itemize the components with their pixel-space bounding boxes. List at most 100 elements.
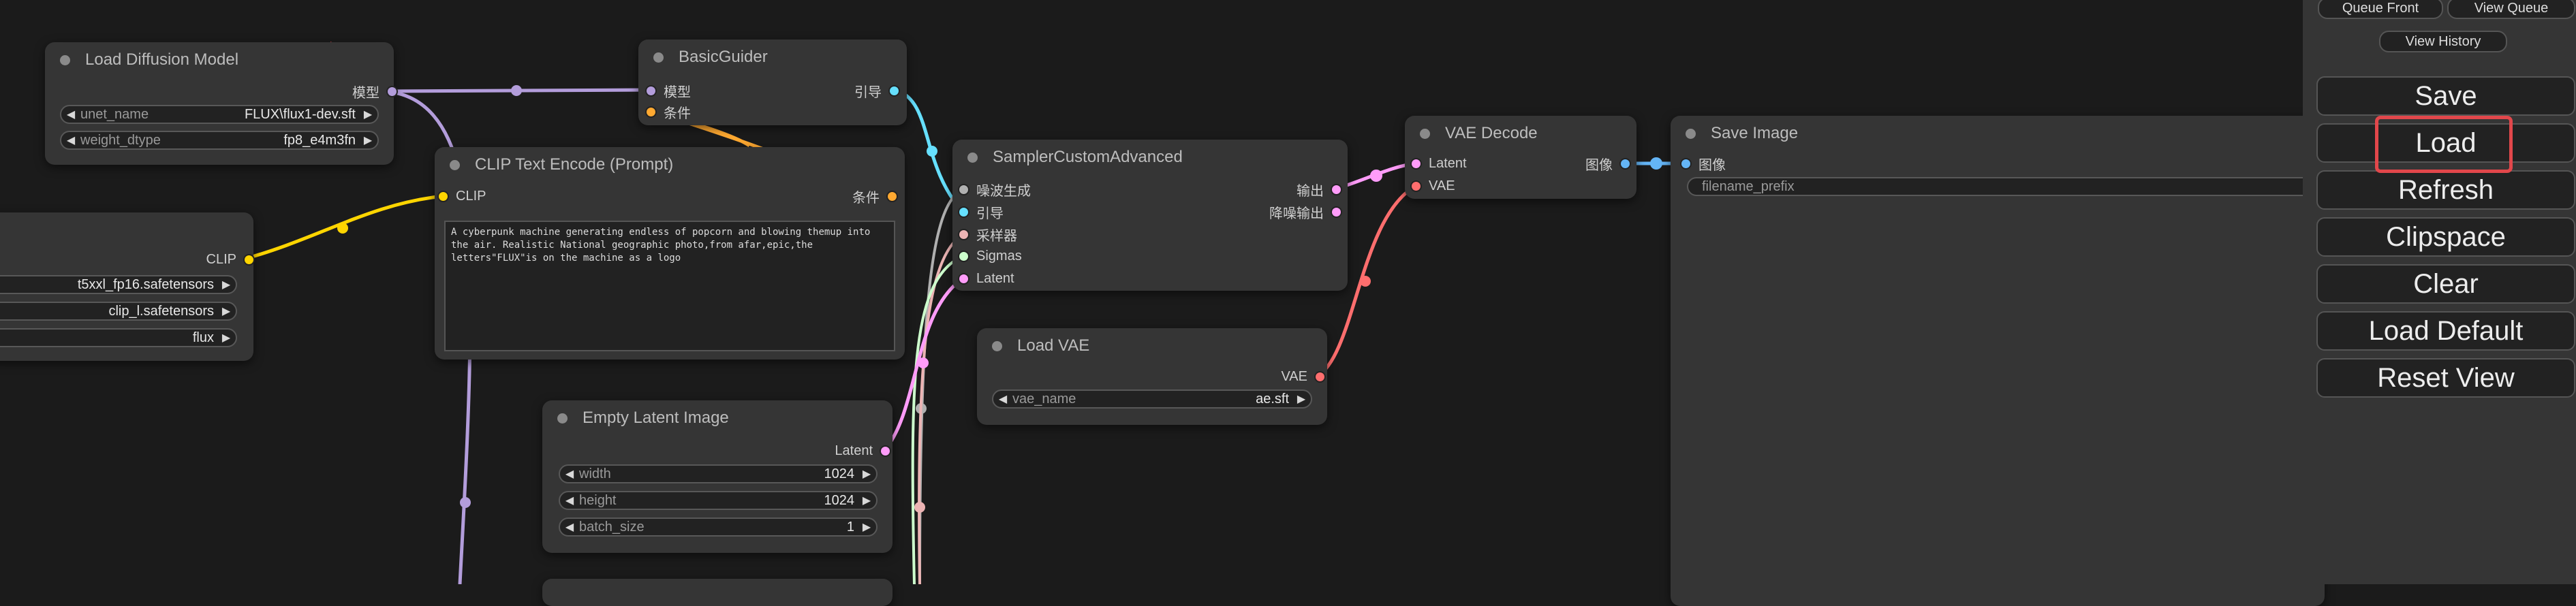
image-input-dot-icon[interactable] <box>1681 159 1690 168</box>
clip-name2-combo[interactable]: clip_l.safetensors ▶ <box>0 302 237 321</box>
increment-icon[interactable]: ▶ <box>857 494 876 507</box>
clip-name1-combo[interactable]: t5xxl_fp16.safetensors ▶ <box>0 275 237 294</box>
decrement-icon[interactable]: ◀ <box>560 467 579 481</box>
latent-output-dot-icon[interactable] <box>881 446 890 456</box>
input-sampler[interactable]: 采样器 <box>959 226 1017 244</box>
arrow-right-icon[interactable]: ▶ <box>358 133 377 147</box>
decrement-icon[interactable]: ◀ <box>560 520 579 534</box>
arrow-left-icon[interactable]: ◀ <box>61 108 80 121</box>
guider-output-dot-icon[interactable] <box>890 86 899 95</box>
view-queue-button[interactable]: View Queue <box>2447 0 2575 19</box>
node-title-bar[interactable]: VAE Decode <box>1405 116 1636 151</box>
input-vae[interactable]: VAE <box>1412 178 1455 194</box>
view-history-button[interactable]: View History <box>2379 31 2507 52</box>
clear-button[interactable]: Clear <box>2316 264 2575 304</box>
conditioning-input-dot-icon[interactable] <box>647 107 655 116</box>
vae-output-dot-icon[interactable] <box>1316 372 1324 381</box>
filename-prefix-input[interactable]: filename_prefix <box>1687 177 2341 196</box>
input-image[interactable]: 图像 <box>1681 155 1726 173</box>
latent-input-dot-icon[interactable] <box>959 274 968 283</box>
node-title-bar[interactable]: BasicGuider <box>638 39 907 75</box>
node-title-bar[interactable]: Load Diffusion Model <box>45 42 394 78</box>
arrow-left-icon[interactable]: ◀ <box>61 133 80 147</box>
node-title-bar[interactable]: Empty Latent Image <box>542 400 893 436</box>
node-title-bar[interactable]: SamplerCustomAdvanced <box>952 140 1348 175</box>
output-denoised[interactable]: 降噪输出 <box>1269 204 1341 221</box>
reset-view-button[interactable]: Reset View <box>2316 358 2575 398</box>
output-conditioning[interactable]: 条件 <box>852 188 897 206</box>
arrow-right-icon[interactable]: ▶ <box>217 304 236 318</box>
collapse-toggle-icon[interactable] <box>450 159 460 170</box>
sigmas-input-dot-icon[interactable] <box>959 251 968 261</box>
node-title-bar[interactable]: Save Image <box>1671 116 2325 151</box>
vae-name-combo[interactable]: ◀ vae_name ae.sft ▶ <box>992 389 1312 409</box>
node-vae-decode[interactable]: VAE Decode Latent VAE 图像 <box>1405 116 1636 199</box>
arrow-right-icon[interactable]: ▶ <box>1292 392 1311 406</box>
node-load-vae[interactable]: Load VAE VAE ◀ vae_name ae.sft ▶ <box>977 328 1327 425</box>
noise-input-dot-icon[interactable] <box>959 185 968 194</box>
input-guider[interactable]: 引导 <box>959 204 1004 221</box>
output-clip[interactable]: CLIP <box>206 251 253 268</box>
height-number[interactable]: ◀ height 1024 ▶ <box>559 491 878 510</box>
denoised-output-dot-icon[interactable] <box>1332 207 1341 217</box>
refresh-button[interactable]: Refresh <box>2316 170 2575 210</box>
input-model[interactable]: 模型 <box>647 82 691 100</box>
collapse-toggle-icon[interactable] <box>653 52 664 63</box>
graph-canvas[interactable]: Load Diffusion Model 模型 ◀ unet_name FLUX… <box>0 0 2576 606</box>
node-save-image[interactable]: Save Image 图像 filename_prefix <box>1671 116 2341 606</box>
input-sigmas[interactable]: Sigmas <box>959 248 1022 264</box>
collapse-toggle-icon[interactable] <box>60 54 70 65</box>
weight-dtype-combo[interactable]: ◀ weight_dtype fp8_e4m3fn ▶ <box>60 131 379 150</box>
collapse-toggle-icon[interactable] <box>967 152 978 163</box>
clipspace-button[interactable]: Clipspace <box>2316 217 2575 257</box>
node-load-diffusion-model[interactable]: Load Diffusion Model 模型 ◀ unet_name FLUX… <box>45 42 397 165</box>
clip-type-combo[interactable]: flux ▶ <box>0 328 237 347</box>
unet-name-combo[interactable]: ◀ unet_name FLUX\flux1-dev.sft ▶ <box>60 105 379 124</box>
collapse-toggle-icon[interactable] <box>557 413 568 424</box>
load-button[interactable]: Load <box>2316 123 2575 163</box>
output-latent[interactable]: Latent <box>835 443 890 459</box>
node-partial-bottom[interactable] <box>542 579 893 606</box>
queue-front-button[interactable]: Queue Front <box>2318 0 2443 19</box>
arrow-right-icon[interactable]: ▶ <box>358 108 377 121</box>
node-title-bar[interactable]: CLIP Text Encode (Prompt) <box>435 147 905 182</box>
increment-icon[interactable]: ▶ <box>857 467 876 481</box>
input-conditioning[interactable]: 条件 <box>647 103 691 121</box>
node-title-bar[interactable]: Load VAE <box>977 328 1327 364</box>
collapse-toggle-icon[interactable] <box>1686 128 1696 139</box>
clip-output-dot-icon[interactable] <box>245 255 253 264</box>
load-default-button[interactable]: Load Default <box>2316 311 2575 351</box>
node-sampler-custom-advanced[interactable]: SamplerCustomAdvanced 噪波生成 引导 采样器 Sigmas… <box>952 140 1348 291</box>
node-dual-clip-loader[interactable]: CLIP t5xxl_fp16.safetensors ▶ clip_l.saf… <box>0 212 253 361</box>
output-output[interactable]: 输出 <box>1297 181 1341 199</box>
collapse-toggle-icon[interactable] <box>1420 128 1430 139</box>
save-button[interactable]: Save <box>2316 76 2575 116</box>
vae-input-dot-icon[interactable] <box>1412 181 1421 191</box>
input-noise[interactable]: 噪波生成 <box>959 181 1031 199</box>
arrow-left-icon[interactable]: ◀ <box>993 392 1012 406</box>
batch-size-number[interactable]: ◀ batch_size 1 ▶ <box>559 517 878 537</box>
decrement-icon[interactable]: ◀ <box>560 494 579 507</box>
model-output-dot-icon[interactable] <box>388 86 397 96</box>
sampler-input-dot-icon[interactable] <box>959 229 968 239</box>
clip-input-dot-icon[interactable] <box>439 191 448 201</box>
arrow-right-icon[interactable]: ▶ <box>217 331 236 345</box>
output-guider[interactable]: 引导 <box>854 82 899 100</box>
image-output-dot-icon[interactable] <box>1621 159 1630 168</box>
output-vae[interactable]: VAE <box>1281 368 1324 385</box>
output-model[interactable]: 模型 <box>352 83 397 101</box>
input-latent[interactable]: Latent <box>959 270 1014 287</box>
output-image[interactable]: 图像 <box>1585 155 1630 173</box>
node-clip-text-encode[interactable]: CLIP Text Encode (Prompt) CLIP 条件 A cybe… <box>435 147 905 360</box>
input-latent[interactable]: Latent <box>1412 155 1467 172</box>
increment-icon[interactable]: ▶ <box>857 520 876 534</box>
node-empty-latent-image[interactable]: Empty Latent Image Latent ◀ width 1024 ▶… <box>542 400 893 553</box>
collapse-toggle-icon[interactable] <box>992 340 1002 351</box>
node-basic-guider[interactable]: BasicGuider 模型 条件 引导 <box>638 39 907 125</box>
width-number[interactable]: ◀ width 1024 ▶ <box>559 464 878 483</box>
model-input-dot-icon[interactable] <box>647 86 655 95</box>
input-clip[interactable]: CLIP <box>439 188 486 204</box>
guider-input-dot-icon[interactable] <box>959 207 968 217</box>
latent-output-dot-icon[interactable] <box>1332 185 1341 194</box>
arrow-right-icon[interactable]: ▶ <box>217 278 236 291</box>
